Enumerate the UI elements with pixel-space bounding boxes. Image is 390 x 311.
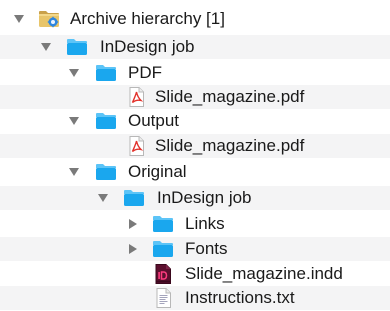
folder-icon xyxy=(96,164,116,180)
indesign-file-icon xyxy=(155,264,171,284)
folder-icon xyxy=(153,241,173,257)
pdf-file-icon xyxy=(129,87,144,107)
tree-row-label: InDesign job xyxy=(157,188,252,207)
text-file-icon xyxy=(156,288,171,308)
tree-row-original[interactable]: Original xyxy=(0,160,390,184)
tree-row-label: Fonts xyxy=(185,239,228,258)
pdf-file-icon xyxy=(129,136,144,156)
disclosure-expanded-icon[interactable] xyxy=(97,192,109,204)
tree-row-label: Slide_magazine.indd xyxy=(185,264,343,283)
archive-folder-icon xyxy=(39,11,59,28)
folder-icon xyxy=(96,113,116,129)
tree-row-label: Links xyxy=(185,214,225,233)
tree-row-indesign-job-inner[interactable]: InDesign job xyxy=(0,186,390,210)
tree-row-file-pdf[interactable]: Slide_magazine.pdf xyxy=(0,85,390,109)
disclosure-expanded-icon[interactable] xyxy=(68,67,80,79)
tree-row-label: Instructions.txt xyxy=(185,288,295,307)
tree-row-indesign-job[interactable]: InDesign job xyxy=(0,35,390,59)
tree-row-fonts[interactable]: Fonts xyxy=(0,237,390,261)
tree-row-file-pdf[interactable]: Slide_magazine.pdf xyxy=(0,134,390,158)
disclosure-expanded-icon[interactable] xyxy=(40,41,52,53)
tree-row-label: Slide_magazine.pdf xyxy=(155,87,305,106)
tree-row-archive-hierarchy[interactable]: Archive hierarchy [1] xyxy=(0,7,390,31)
tree-row-label: Archive hierarchy [1] xyxy=(70,9,225,28)
tree-row-file-txt[interactable]: Instructions.txt xyxy=(0,286,390,310)
tree-row-label: Original xyxy=(128,162,187,181)
tree-row-links[interactable]: Links xyxy=(0,212,390,236)
folder-icon xyxy=(124,190,144,206)
disclosure-expanded-icon[interactable] xyxy=(68,115,80,127)
tree-row-label: Slide_magazine.pdf xyxy=(155,136,305,155)
tree-row-label: InDesign job xyxy=(100,37,195,56)
disclosure-expanded-icon[interactable] xyxy=(68,166,80,178)
disclosure-collapsed-icon[interactable] xyxy=(127,218,139,230)
tree-row-output[interactable]: Output xyxy=(0,109,390,133)
archive-tree: Archive hierarchy [1] InDesign job PDF S… xyxy=(0,0,390,311)
disclosure-expanded-icon[interactable] xyxy=(13,13,25,25)
folder-icon xyxy=(67,39,87,55)
folder-icon xyxy=(153,216,173,232)
disclosure-collapsed-icon[interactable] xyxy=(127,243,139,255)
tree-row-label: Output xyxy=(128,111,180,130)
folder-icon xyxy=(96,65,116,81)
tree-row-file-indd[interactable]: Slide_magazine.indd xyxy=(0,262,390,286)
tree-row-pdf[interactable]: PDF xyxy=(0,61,390,85)
tree-row-label: PDF xyxy=(128,63,162,82)
